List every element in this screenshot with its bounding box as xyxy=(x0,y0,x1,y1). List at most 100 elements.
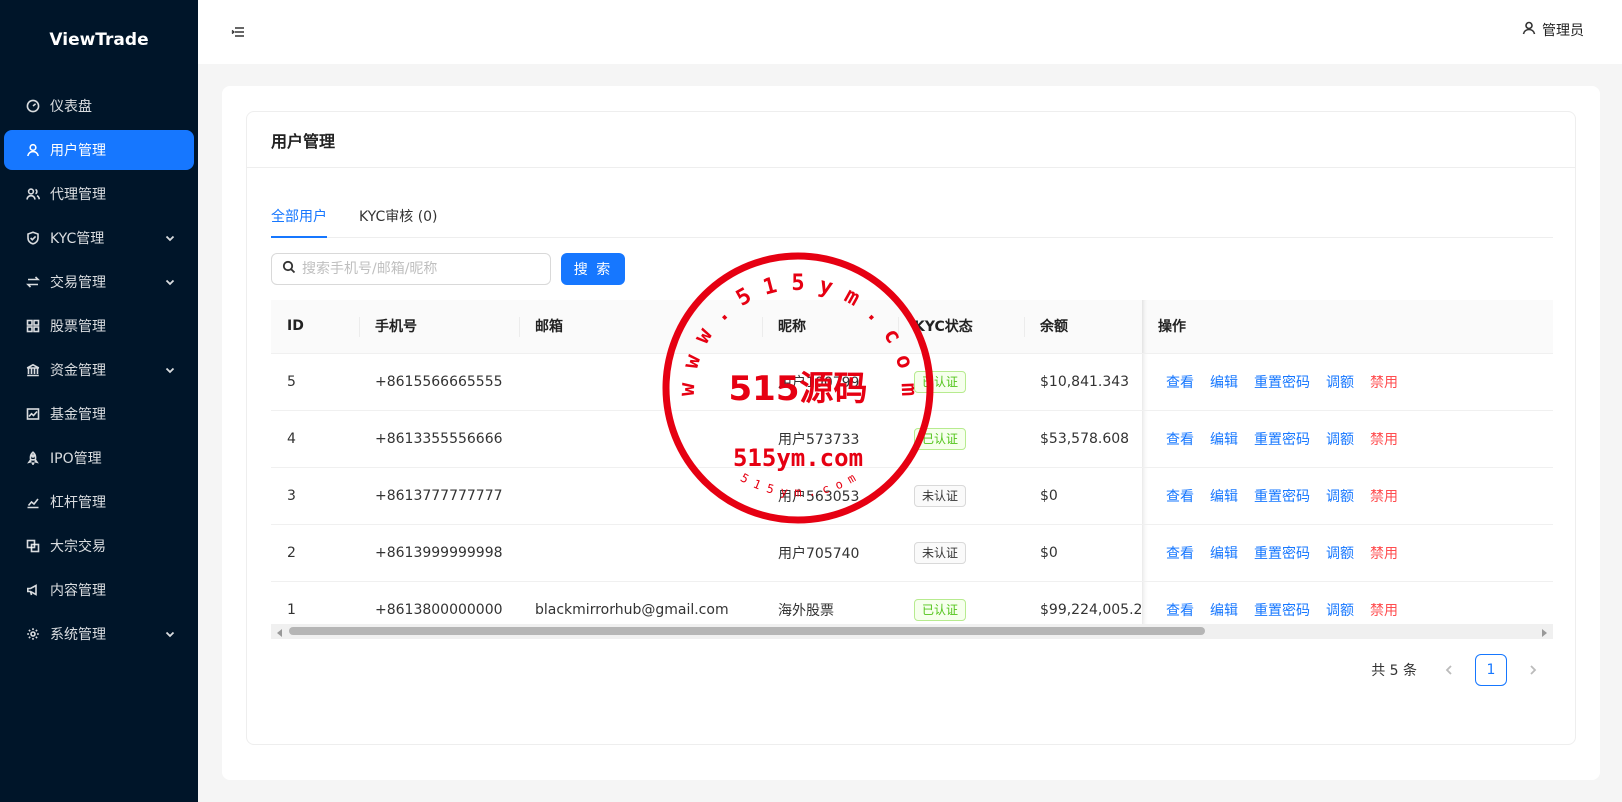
column-header-phone: 手机号 xyxy=(359,300,519,354)
adjust-balance-link[interactable]: 调额 xyxy=(1318,486,1362,506)
view-link[interactable]: 查看 xyxy=(1158,429,1202,449)
sidebar-item-11[interactable]: 内容管理 xyxy=(4,570,194,610)
chevron-down-icon[interactable] xyxy=(164,232,176,244)
sidebar-item-10[interactable]: 大宗交易 xyxy=(4,526,194,566)
horizontal-scrollbar[interactable] xyxy=(271,624,1553,638)
kyc-status-badge: 未认证 xyxy=(914,541,967,564)
next-page-icon[interactable] xyxy=(1521,654,1545,686)
sidebar-item-8[interactable]: IPO管理 xyxy=(4,438,194,478)
disable-link[interactable]: 禁用 xyxy=(1362,429,1406,449)
sidebar-item-9[interactable]: 杠杆管理 xyxy=(4,482,194,522)
sidebar-item-3[interactable]: KYC管理 xyxy=(4,218,194,258)
prev-page-icon[interactable] xyxy=(1437,654,1461,686)
sidebar-item-label: 基金管理 xyxy=(50,407,106,423)
user-icon xyxy=(1522,21,1536,39)
adjust-balance-link[interactable]: 调额 xyxy=(1318,429,1362,449)
cell-email xyxy=(519,524,762,582)
view-link[interactable]: 查看 xyxy=(1158,372,1202,392)
column-header-email: 邮箱 xyxy=(519,300,762,354)
reset-password-link[interactable]: 重置密码 xyxy=(1246,486,1318,506)
adjust-balance-link[interactable]: 调额 xyxy=(1318,543,1362,563)
edit-link[interactable]: 编辑 xyxy=(1202,372,1246,392)
cell-nickname: 用户573733 xyxy=(762,410,898,468)
edit-link[interactable]: 编辑 xyxy=(1202,486,1246,506)
sidebar-item-label: 杠杆管理 xyxy=(50,495,106,511)
table-header-row: ID 手机号 邮箱 昵称 KYC状态 余额 操作 xyxy=(271,300,1553,354)
edit-link[interactable]: 编辑 xyxy=(1202,543,1246,563)
adjust-balance-link[interactable]: 调额 xyxy=(1318,600,1362,620)
cell-phone: +8615566665555 xyxy=(359,353,519,411)
kyc-status-badge: 未认证 xyxy=(914,484,967,507)
sidebar-item-6[interactable]: 资金管理 xyxy=(4,350,194,390)
scroll-right-icon[interactable] xyxy=(1539,626,1549,637)
table-row: 2 +8613999999998 用户705740 未认证 $0 查看 编辑 重置密码 调额 禁用 xyxy=(271,524,1553,582)
edit-link[interactable]: 编辑 xyxy=(1202,600,1246,620)
cell-email xyxy=(519,410,762,468)
notification-icon xyxy=(26,583,40,597)
view-link[interactable]: 查看 xyxy=(1158,486,1202,506)
reset-password-link[interactable]: 重置密码 xyxy=(1246,372,1318,392)
cell-kyc-status: 已认证 xyxy=(898,410,1024,468)
search-input[interactable] xyxy=(302,261,542,277)
sidebar-item-0[interactable]: 仪表盘 xyxy=(4,86,194,126)
cell-kyc-status: 未认证 xyxy=(898,524,1024,582)
cell-phone: +8613777777777 xyxy=(359,467,519,525)
sidebar-item-label: 代理管理 xyxy=(50,187,106,203)
cell-email xyxy=(519,353,762,411)
sidebar-item-1[interactable]: 用户管理 xyxy=(4,130,194,170)
disable-link[interactable]: 禁用 xyxy=(1362,372,1406,392)
sidebar-item-label: 内容管理 xyxy=(50,583,106,599)
tab-kyc-review[interactable]: KYC审核 (0) xyxy=(359,206,438,226)
disable-link[interactable]: 禁用 xyxy=(1362,543,1406,563)
bank-icon xyxy=(26,363,40,377)
view-link[interactable]: 查看 xyxy=(1158,543,1202,563)
disable-link[interactable]: 禁用 xyxy=(1362,600,1406,620)
tabs: 全部用户 KYC审核 (0) xyxy=(271,192,1553,238)
users-table-wrapper: ID 手机号 邮箱 昵称 KYC状态 余额 操作 5 +8615566665555… xyxy=(271,300,1553,646)
shield-check-icon xyxy=(26,231,40,245)
search-button[interactable]: 搜 索 xyxy=(561,253,625,285)
card-title: 用户管理 xyxy=(247,112,1575,168)
sidebar-item-5[interactable]: 股票管理 xyxy=(4,306,194,346)
sidebar-item-label: 仪表盘 xyxy=(50,99,92,115)
block-trade-icon xyxy=(26,539,40,553)
top-header: 管理员 xyxy=(198,0,1622,64)
user-icon xyxy=(26,143,40,157)
sidebar-item-7[interactable]: 基金管理 xyxy=(4,394,194,434)
scrollbar-thumb[interactable] xyxy=(289,627,1205,635)
chevron-down-icon[interactable] xyxy=(164,364,176,376)
table-row: 4 +8613355556666 用户573733 已认证 $53,578.608 查看编… xyxy=(271,410,1553,468)
table-row: 3 +8613777777777 用户563053 未认证 $0 查看 编辑 重置密码 调额 禁用 xyxy=(271,467,1553,525)
sidebar-item-label: 系统管理 xyxy=(50,627,106,643)
cell-kyc-status: 已认证 xyxy=(898,353,1024,411)
user-menu[interactable]: 管理员 xyxy=(1522,20,1584,40)
reset-password-link[interactable]: 重置密码 xyxy=(1246,543,1318,563)
tab-all-users[interactable]: 全部用户 xyxy=(271,206,327,226)
sidebar-item-4[interactable]: 交易管理 xyxy=(4,262,194,302)
scroll-left-icon[interactable] xyxy=(275,626,285,637)
sidebar-item-label: 大宗交易 xyxy=(50,539,106,555)
sidebar-item-12[interactable]: 系统管理 xyxy=(4,614,194,654)
cell-nickname: 用户563053 xyxy=(762,467,898,525)
cell-kyc-status: 未认证 xyxy=(898,467,1024,525)
page-number[interactable]: 1 xyxy=(1475,654,1507,686)
adjust-balance-link[interactable]: 调额 xyxy=(1318,372,1362,392)
grid-icon xyxy=(26,319,40,333)
sidebar-item-label: IPO管理 xyxy=(50,451,102,467)
menu-fold-icon[interactable] xyxy=(230,24,246,40)
app-logo[interactable]: ViewTrade xyxy=(0,0,198,80)
table-row: 5 +8615566665555 用户100799 已认证 $10,841.343 查看编… xyxy=(271,353,1553,411)
chevron-down-icon[interactable] xyxy=(164,276,176,288)
column-header-actions: 操作 xyxy=(1142,300,1553,354)
chevron-down-icon[interactable] xyxy=(164,628,176,640)
edit-link[interactable]: 编辑 xyxy=(1202,429,1246,449)
reset-password-link[interactable]: 重置密码 xyxy=(1246,600,1318,620)
sidebar-item-2[interactable]: 代理管理 xyxy=(4,174,194,214)
reset-password-link[interactable]: 重置密码 xyxy=(1246,429,1318,449)
users-table: ID 手机号 邮箱 昵称 KYC状态 余额 操作 5 +8615566665555… xyxy=(271,300,1553,639)
sidebar-item-label: 用户管理 xyxy=(50,143,106,159)
cell-actions: 查看 编辑 重置密码 调额 禁用 xyxy=(1142,467,1553,525)
cell-actions: 查看 编辑 重置密码 调额 禁用 xyxy=(1142,410,1553,468)
view-link[interactable]: 查看 xyxy=(1158,600,1202,620)
disable-link[interactable]: 禁用 xyxy=(1362,486,1406,506)
